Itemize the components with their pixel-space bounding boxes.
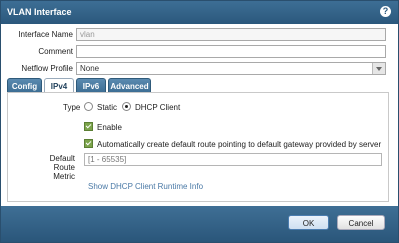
auto-route-label: Automatically create default route point…	[97, 140, 382, 149]
enable-checkbox[interactable]	[84, 122, 93, 131]
metric-input[interactable]	[84, 153, 382, 166]
enable-label: Enable	[97, 123, 122, 132]
ok-button[interactable]: OK	[288, 215, 329, 230]
tab-ipv6[interactable]: IPv6	[76, 78, 106, 93]
auto-route-checkbox[interactable]	[84, 139, 93, 148]
radio-static-label: Static	[97, 103, 118, 112]
tab-advanced[interactable]: Advanced	[108, 78, 151, 93]
chevron-down-icon[interactable]	[372, 63, 385, 74]
dhcp-runtime-info-link[interactable]: Show DHCP Client Runtime Info	[88, 182, 203, 191]
netflow-profile-select[interactable]: None	[76, 62, 386, 75]
ipv4-panel: Type Static DHCP Client Enable Automatic…	[7, 92, 389, 202]
radio-static[interactable]	[84, 102, 93, 111]
title-bar: VLAN Interface ?	[1, 1, 398, 24]
metric-label: Default Route Metric	[49, 154, 75, 181]
interface-name-field: vlan	[76, 28, 386, 41]
radio-dhcp-client[interactable]	[122, 102, 131, 111]
netflow-profile-value: None	[80, 64, 100, 73]
tab-config[interactable]: Config	[7, 78, 42, 93]
comment-input[interactable]	[76, 45, 386, 58]
comment-label: Comment	[38, 47, 73, 56]
vlan-interface-dialog: VLAN Interface ? Interface Name vlan Com…	[0, 0, 399, 243]
interface-name-label: Interface Name	[18, 30, 73, 39]
help-icon[interactable]: ?	[380, 6, 391, 17]
netflow-profile-label: Netflow Profile	[21, 64, 73, 73]
type-label: Type	[63, 103, 81, 112]
cancel-button[interactable]: Cancel	[337, 215, 385, 230]
radio-dhcp-client-label: DHCP Client	[135, 103, 181, 112]
dialog-title: VLAN Interface	[7, 7, 72, 17]
dialog-footer: OK Cancel	[1, 206, 398, 242]
tab-ipv4[interactable]: IPv4	[44, 78, 74, 93]
